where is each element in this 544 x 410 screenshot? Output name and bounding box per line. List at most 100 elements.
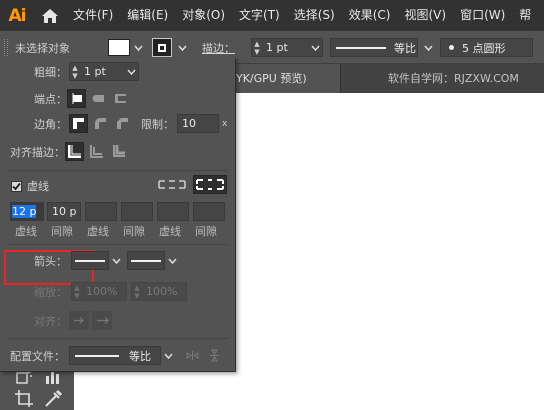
variable-width-label: 等比 (394, 41, 416, 55)
align-outside-button[interactable] (109, 142, 128, 161)
divider (8, 170, 228, 171)
document-tab-bar: YK/GPU 预览) 软件自学网：RJZXW.COM (236, 64, 544, 93)
stroke-weight-stepper[interactable]: ▲ ▼ 1 pt (251, 38, 323, 57)
document-tab[interactable]: YK/GPU 预览) (236, 64, 340, 93)
chevron-down-icon[interactable] (308, 38, 322, 57)
chevron-down-icon[interactable] (109, 251, 123, 270)
profile-value: 等比 (129, 349, 151, 363)
stroke-weight-value[interactable]: 1 pt (262, 41, 308, 54)
line-preview (75, 259, 105, 262)
arrow-place-button[interactable] (92, 311, 112, 330)
round-join-button[interactable] (91, 114, 110, 133)
limit-value[interactable]: 10 (178, 117, 218, 130)
artboard-tool-icon[interactable] (14, 388, 34, 408)
end-arrowhead-dropdown[interactable] (127, 251, 165, 270)
weight-stepper[interactable]: ▲ ▼ 1 pt (69, 62, 139, 81)
stepper-arrows-icon[interactable]: ▲ ▼ (252, 40, 262, 56)
dash-3-label: 虚线 (159, 225, 181, 238)
line-preview (336, 46, 386, 49)
dash-1-input[interactable]: 12 p (10, 202, 44, 221)
menu-object[interactable]: 对象(O) (175, 0, 232, 31)
chevron-down-icon[interactable] (176, 39, 188, 56)
chevron-down-icon[interactable] (165, 251, 179, 270)
menu-view[interactable]: 视图(V) (397, 0, 453, 31)
align-stroke-label: 对齐描边： (10, 145, 65, 159)
stroke-label[interactable]: 描边： (202, 40, 235, 56)
dash-2-label: 虚线 (87, 225, 109, 238)
weight-value[interactable]: 1 pt (80, 65, 124, 78)
preserve-dash-button[interactable] (156, 175, 188, 194)
chevron-down-icon[interactable] (161, 346, 175, 365)
drag-handle[interactable] (4, 39, 8, 56)
chevron-down-icon[interactable] (124, 62, 138, 81)
brush-label: 5 点圆形 (462, 41, 506, 55)
flip-along-icon[interactable] (183, 346, 202, 365)
align-inside-button[interactable] (87, 142, 106, 161)
brush-dot-icon (449, 45, 454, 50)
gap-1-value[interactable]: 10 p (48, 205, 80, 218)
profile-label: 配置文件： (10, 349, 65, 363)
app-logo: Ai (8, 5, 27, 26)
brush-dropdown[interactable]: 5 点圆形 (440, 38, 533, 57)
eyedropper-icon[interactable] (42, 388, 64, 408)
dash-3-input[interactable] (157, 202, 189, 221)
stroke-swatch[interactable] (152, 38, 172, 57)
menu-effect[interactable]: 效果(C) (342, 0, 398, 31)
gap-2-input[interactable] (121, 202, 153, 221)
gap-2-label: 间隙 (123, 225, 145, 238)
divider (8, 244, 228, 245)
tab-divider (340, 64, 341, 93)
line-preview (131, 259, 161, 262)
limit-label: 限制： (141, 117, 174, 131)
corner-label: 边角： (34, 117, 67, 131)
start-scale-value[interactable]: 100% (82, 285, 126, 298)
end-scale-value[interactable]: 100% (142, 285, 186, 298)
projecting-cap-button[interactable] (111, 89, 130, 108)
selection-status: 未选择对象 (15, 42, 70, 55)
dashed-checkbox[interactable] (11, 180, 22, 192)
menu-bar: Ai 文件(F) 编辑(E) 对象(O) 文字(T) 选择(S) 效果(C) 视… (0, 0, 544, 31)
limit-unit: x (222, 118, 228, 129)
bevel-join-button[interactable] (113, 114, 132, 133)
weight-label: 粗细： (34, 65, 67, 79)
menu-type[interactable]: 文字(T) (232, 0, 287, 31)
home-icon[interactable] (34, 0, 66, 31)
dash-2-input[interactable] (85, 202, 117, 221)
stepper-arrows-icon[interactable]: ▲ ▼ (70, 64, 80, 80)
chevron-down-icon[interactable] (422, 39, 434, 56)
limit-input[interactable]: 10 (177, 114, 219, 133)
gap-1-input[interactable]: 10 p (47, 202, 81, 221)
variable-width-dropdown[interactable]: 等比 (330, 38, 418, 57)
fill-swatch[interactable] (108, 39, 130, 56)
gap-3-input[interactable] (193, 202, 225, 221)
flip-across-icon[interactable] (205, 346, 224, 365)
round-cap-button[interactable] (89, 89, 108, 108)
divider (8, 338, 228, 339)
arrowhead-label: 箭头： (34, 254, 67, 268)
arrow-extend-button[interactable] (69, 311, 89, 330)
chevron-down-icon[interactable] (132, 39, 144, 56)
menu-window[interactable]: 窗口(W) (453, 0, 512, 31)
line-preview (75, 354, 119, 357)
menu-help[interactable]: 帮 (512, 0, 538, 31)
start-arrowhead-dropdown[interactable] (71, 251, 109, 270)
gap-3-label: 间隙 (195, 225, 217, 238)
end-scale-stepper[interactable]: ▲ ▼ 100% (131, 282, 187, 301)
stepper-arrows-icon[interactable]: ▲ ▼ (132, 284, 142, 300)
butt-cap-button[interactable] (67, 89, 86, 108)
stepper-arrows-icon[interactable]: ▲ ▼ (72, 284, 82, 300)
profile-dropdown[interactable]: 等比 (69, 346, 161, 365)
miter-join-button[interactable] (69, 114, 88, 133)
menu-select[interactable]: 选择(S) (287, 0, 342, 31)
dash-1-value[interactable]: 12 p (12, 205, 37, 218)
align-dash-corners-button[interactable] (193, 175, 227, 194)
scale-label: 缩放： (34, 285, 67, 299)
start-scale-stepper[interactable]: ▲ ▼ 100% (71, 282, 127, 301)
menu-file[interactable]: 文件(F) (66, 0, 120, 31)
align-arrow-label: 对齐： (34, 314, 67, 328)
menu-edit[interactable]: 编辑(E) (120, 0, 175, 31)
align-center-button[interactable] (65, 142, 84, 161)
stroke-panel: 粗细： ▲ ▼ 1 pt 端点： 边角： 限制： 10 x 对齐描边： 虚线 1… (0, 58, 236, 372)
cap-label: 端点： (34, 92, 67, 106)
gap-1-label: 间隙 (51, 225, 73, 238)
